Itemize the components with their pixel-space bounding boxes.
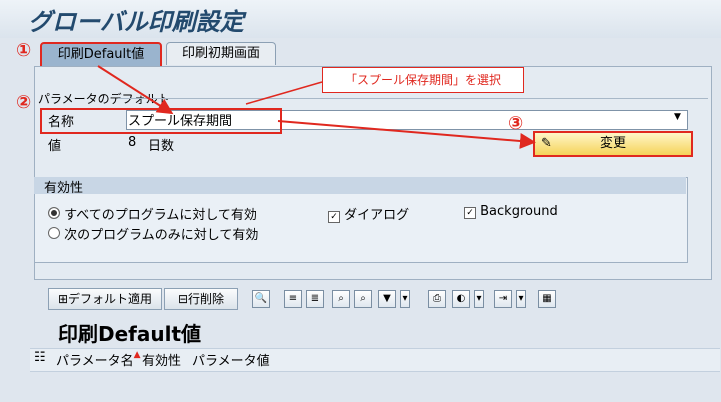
- callout-leader: [245, 81, 323, 105]
- arrow-tab-to-field: [97, 65, 174, 115]
- annotation-arrows: [97, 65, 536, 149]
- arrow-field-to-button: [277, 120, 536, 149]
